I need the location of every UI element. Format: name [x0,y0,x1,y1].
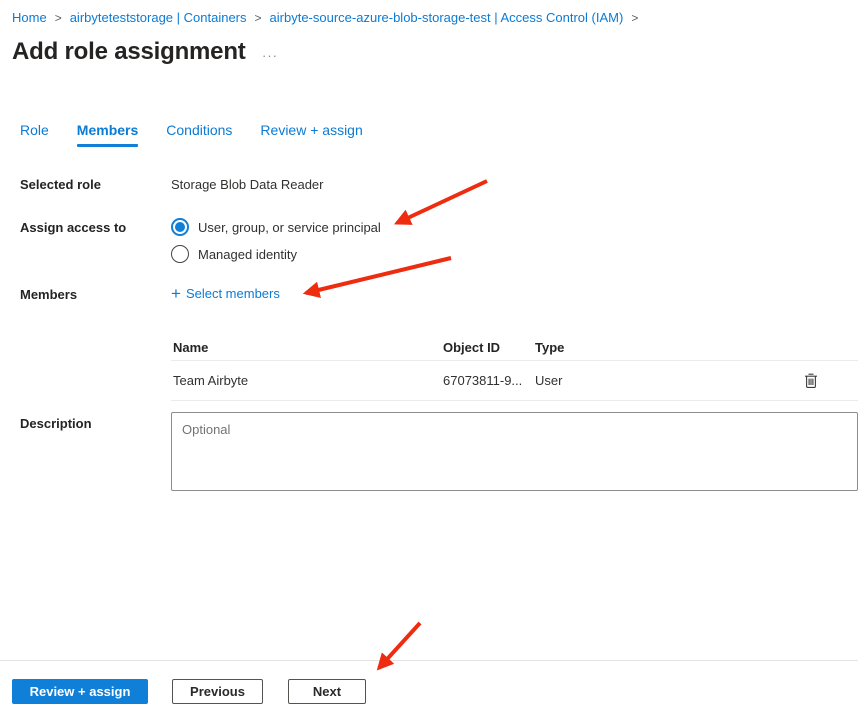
tab-conditions[interactable]: Conditions [166,122,232,147]
selected-role-label: Selected role [20,177,101,192]
members-table-header: Name Object ID Type [171,335,858,360]
selected-role-value: Storage Blob Data Reader [171,177,323,192]
select-members-link-label: Select members [186,286,280,301]
breadcrumb-home-link[interactable]: Home [12,10,47,25]
column-header-type: Type [535,340,802,355]
red-arrow-annotation [397,181,487,223]
tab-members[interactable]: Members [77,122,138,147]
member-object-id-cell: 67073811-9... [443,373,535,388]
radio-user-group-service-principal[interactable]: User, group, or service principal [171,218,381,236]
breadcrumb-storage-containers-link[interactable]: airbyteteststorage | Containers [70,10,247,25]
tab-role[interactable]: Role [20,122,49,147]
previous-button[interactable]: Previous [172,679,263,704]
radio-option-label: Managed identity [198,247,297,262]
next-button[interactable]: Next [288,679,366,704]
breadcrumb-access-control-link[interactable]: airbyte-source-azure-blob-storage-test |… [270,10,624,25]
more-options-ellipsis-icon[interactable]: ··· [262,48,278,63]
footer-divider [0,660,858,661]
review-assign-button[interactable]: Review + assign [12,679,148,704]
breadcrumb-separator: > [255,11,262,25]
tab-bar: Role Members Conditions Review + assign [20,122,363,147]
breadcrumb-separator: > [55,11,62,25]
delete-member-button[interactable] [802,370,820,391]
select-members-link[interactable]: + Select members [171,286,280,301]
radio-unselected-icon [171,245,189,263]
radio-selected-icon [171,218,189,236]
members-table: Name Object ID Type Team Airbyte 6707381… [171,335,858,401]
footer-button-bar: Review + assign Previous Next [12,679,366,704]
breadcrumb: Home > airbyteteststorage | Containers >… [12,10,646,25]
assign-access-to-label: Assign access to [20,220,126,235]
members-label: Members [20,287,77,302]
tab-review-assign[interactable]: Review + assign [260,122,362,147]
member-type-cell: User [535,373,802,388]
assign-access-radio-group: User, group, or service principal Manage… [171,218,381,272]
add-role-assignment-page: Home > airbyteteststorage | Containers >… [0,0,858,710]
plus-icon: + [171,287,181,300]
column-header-name: Name [171,340,443,355]
description-label: Description [20,416,92,431]
radio-managed-identity[interactable]: Managed identity [171,245,381,263]
table-row: Team Airbyte 67073811-9... User [171,360,858,401]
breadcrumb-separator: > [631,11,638,25]
red-arrow-annotation [379,623,420,668]
page-title: Add role assignment [12,38,246,66]
member-name-cell: Team Airbyte [171,373,443,388]
description-input[interactable] [171,412,858,491]
column-header-object-id: Object ID [443,340,535,355]
radio-option-label: User, group, or service principal [198,220,381,235]
trash-icon [804,372,818,389]
